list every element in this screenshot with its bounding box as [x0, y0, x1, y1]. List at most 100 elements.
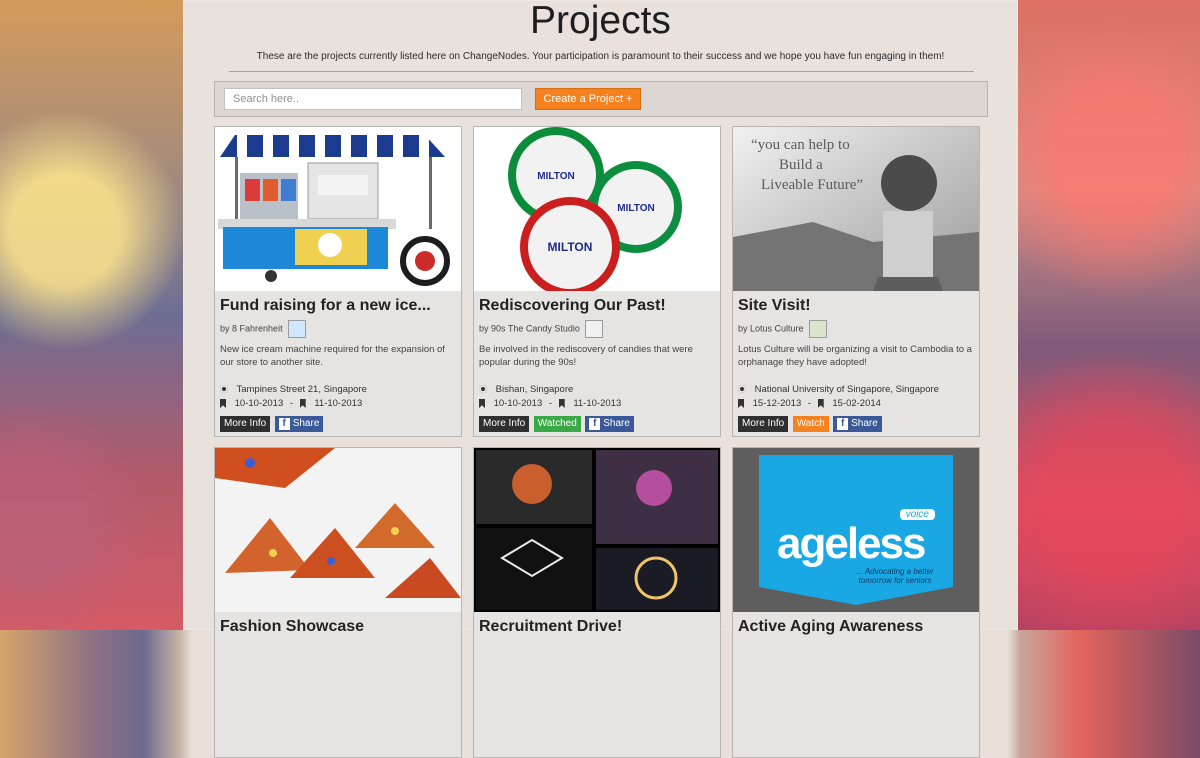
svg-text:MILTON: MILTON	[548, 240, 593, 254]
quote-line-2: Build a	[779, 157, 823, 173]
facebook-icon: f	[278, 418, 290, 430]
more-info-button[interactable]: More Info	[220, 416, 271, 432]
card-buttons: More Info Watched f Share	[479, 416, 634, 432]
facebook-icon: f	[589, 418, 601, 430]
date-separator: -	[289, 398, 294, 409]
background-left	[0, 0, 183, 630]
start-date: 15-12-2013	[752, 398, 802, 409]
project-dates: 10-10-2013 - 11-10-2013	[479, 398, 621, 409]
end-date: 11-10-2013	[314, 398, 363, 409]
project-description: Lotus Culture will be organizing a visit…	[738, 344, 972, 368]
project-image[interactable]	[215, 448, 461, 612]
bookmark-icon	[299, 398, 306, 408]
logo-tagline: ... Advocating a better tomorrow for sen…	[856, 567, 934, 585]
project-card: “you can help to Build a Liveable Future…	[732, 126, 980, 437]
project-title[interactable]: Active Aging Awareness	[738, 618, 976, 636]
quote-line-3: Liveable Future”	[761, 177, 863, 193]
location-pin-icon	[738, 385, 746, 394]
toolbar: Search here.. Create a Project +	[214, 81, 988, 117]
location-pin-icon	[220, 385, 228, 394]
watched-button[interactable]: Watched	[533, 416, 581, 432]
by-label: by	[479, 323, 489, 334]
page-subtitle: These are the projects currently listed …	[256, 51, 945, 62]
author-name[interactable]: Lotus Culture	[750, 323, 804, 333]
project-byline: by 8 Fahrenheit	[220, 320, 307, 338]
share-label: Share	[851, 418, 878, 429]
author-avatar[interactable]	[809, 320, 828, 338]
project-image[interactable]: “you can help to Build a Liveable Future…	[733, 127, 979, 291]
project-byline: by 90s The Candy Studio	[479, 320, 604, 338]
location-pin-icon	[479, 385, 487, 394]
project-location: National University of Singapore, Singap…	[738, 384, 939, 395]
bookmark-icon	[479, 398, 485, 408]
project-location: Tampines Street 21, Singapore	[220, 384, 367, 395]
share-button[interactable]: f Share	[585, 416, 634, 432]
end-date: 11-10-2013	[573, 398, 622, 409]
author-name[interactable]: 90s The Candy Studio	[491, 323, 580, 333]
start-date: 10-10-2013	[234, 398, 284, 409]
bookmark-icon	[220, 398, 226, 408]
main-content: Projects These are the projects currentl…	[183, 0, 1018, 758]
quote-line-1: “you can help to	[751, 137, 850, 153]
author-avatar[interactable]	[585, 320, 604, 338]
ice-cream-cart-image	[215, 127, 461, 291]
card-buttons: More Info f Share	[220, 416, 324, 432]
share-button[interactable]: f Share	[833, 416, 882, 432]
project-description: New ice cream machine required for the e…	[220, 344, 445, 368]
project-title[interactable]: Fashion Showcase	[220, 618, 458, 636]
project-image[interactable]: MILTON MILTON MILTON	[474, 127, 720, 291]
location-text: National University of Singapore, Singap…	[754, 384, 939, 395]
facebook-icon: f	[837, 418, 849, 430]
share-label: Share	[603, 418, 630, 429]
project-image[interactable]	[474, 448, 720, 612]
author-avatar[interactable]	[288, 320, 307, 338]
candy-tins-image: MILTON MILTON MILTON	[474, 127, 720, 291]
project-dates: 15-12-2013 - 15-02-2014	[738, 398, 881, 409]
date-separator: -	[807, 398, 812, 409]
project-card: voice ageless ... Advocating a better to…	[732, 447, 980, 758]
share-button[interactable]: f Share	[274, 416, 324, 432]
date-separator: -	[548, 398, 553, 409]
logo-ageless: ageless	[777, 519, 926, 568]
project-image[interactable]	[215, 127, 461, 291]
project-title[interactable]: Recruitment Drive!	[479, 618, 717, 636]
project-card: Fund raising for a new ice... by 8 Fahre…	[214, 126, 462, 437]
by-label: by	[738, 323, 748, 334]
project-location: Bishan, Singapore	[479, 384, 573, 395]
card-buttons: More Info Watch f Share	[738, 416, 882, 432]
share-label: Share	[292, 418, 320, 429]
project-description: Be involved in the rediscovery of candie…	[479, 344, 693, 368]
by-label: by	[220, 323, 230, 334]
create-project-button[interactable]: Create a Project +	[535, 88, 641, 110]
ageless-logo: voice ageless ... Advocating a better to…	[759, 455, 953, 605]
bookmark-icon	[817, 398, 824, 408]
search-input[interactable]: Search here..	[224, 88, 522, 110]
location-text: Tampines Street 21, Singapore	[236, 384, 367, 395]
page-title: Projects	[530, 0, 671, 42]
performance-collage-image	[474, 448, 720, 612]
project-image[interactable]: voice ageless ... Advocating a better to…	[733, 448, 979, 612]
child-portrait-image: “you can help to Build a Liveable Future…	[733, 127, 979, 291]
project-title[interactable]: Fund raising for a new ice...	[220, 297, 458, 315]
project-title[interactable]: Rediscovering Our Past!	[479, 297, 717, 315]
project-card: Recruitment Drive!	[473, 447, 721, 758]
start-date: 10-10-2013	[493, 398, 543, 409]
project-dates: 10-10-2013 - 11-10-2013	[220, 398, 362, 409]
end-date: 15-02-2014	[832, 398, 881, 409]
divider	[229, 71, 974, 72]
svg-text:MILTON: MILTON	[537, 171, 574, 182]
project-byline: by Lotus Culture	[738, 320, 828, 338]
project-title[interactable]: Site Visit!	[738, 297, 976, 315]
fabric-bags-image	[215, 448, 461, 612]
author-name[interactable]: 8 Fahrenheit	[232, 323, 283, 333]
more-info-button[interactable]: More Info	[738, 416, 789, 432]
location-text: Bishan, Singapore	[495, 384, 574, 395]
bookmark-icon	[738, 398, 744, 408]
svg-text:MILTON: MILTON	[617, 203, 654, 214]
background-right	[1017, 0, 1200, 630]
watch-button[interactable]: Watch	[792, 416, 829, 432]
project-card: MILTON MILTON MILTON Rediscovering Our P…	[473, 126, 721, 437]
more-info-button[interactable]: More Info	[479, 416, 530, 432]
bookmark-icon	[558, 398, 565, 408]
project-card: Fashion Showcase	[214, 447, 462, 758]
